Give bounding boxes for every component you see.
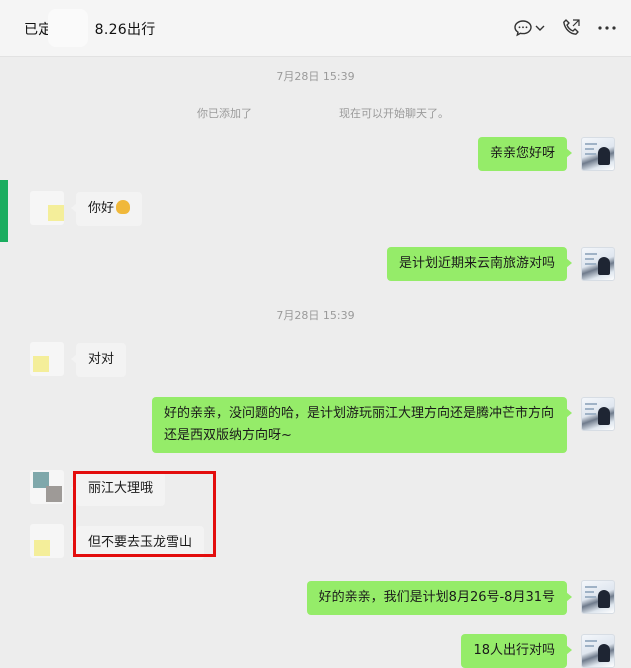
contact-avatar[interactable] — [30, 470, 64, 504]
chat-header: 已定 8.26出行 — [0, 0, 631, 57]
chat-bubble-icon[interactable] — [511, 16, 535, 40]
message-bubble-received[interactable]: 对对 — [70, 343, 127, 377]
message-bubble-sent[interactable]: 18人出行对吗 — [461, 634, 572, 668]
highlight-box — [73, 471, 216, 557]
phone-icon[interactable] — [559, 16, 583, 40]
message-bubble-sent[interactable]: 好的亲亲，我们是计划8月26号-8月31号 — [306, 581, 573, 615]
contact-avatar[interactable] — [30, 524, 64, 558]
chevron-down-icon[interactable] — [533, 16, 547, 40]
timestamp: 7月28日 15:39 — [276, 309, 355, 322]
my-avatar[interactable] — [581, 247, 615, 281]
my-avatar[interactable] — [581, 580, 615, 614]
chat-title: 已定 8.26出行 — [24, 22, 156, 38]
my-avatar[interactable] — [581, 397, 615, 431]
contact-avatar[interactable] — [30, 342, 64, 376]
timestamp: 7月28日 15:39 — [276, 70, 355, 83]
more-icon[interactable] — [595, 16, 619, 40]
my-avatar[interactable] — [581, 634, 615, 668]
my-avatar[interactable] — [581, 137, 615, 171]
message-bubble-sent[interactable]: 好的亲亲，没问题的哈，是计划游玩丽江大理方向还是腾冲芒市方向 还是西双版纳方向呀… — [152, 397, 572, 453]
avatar-mask — [48, 9, 88, 47]
system-notice-start: 你已添加了 — [197, 107, 252, 120]
waving-hand-icon — [116, 200, 131, 214]
message-bubble-received[interactable]: 你好 — [70, 192, 143, 226]
system-notice-end: 现在可以开始聊天了。 — [339, 107, 449, 120]
active-chat-indicator — [0, 180, 8, 242]
message-bubble-sent[interactable]: 是计划近期来云南旅游对吗 — [386, 247, 573, 281]
contact-avatar[interactable] — [30, 191, 64, 225]
message-bubble-sent[interactable]: 亲亲您好呀 — [477, 137, 573, 171]
